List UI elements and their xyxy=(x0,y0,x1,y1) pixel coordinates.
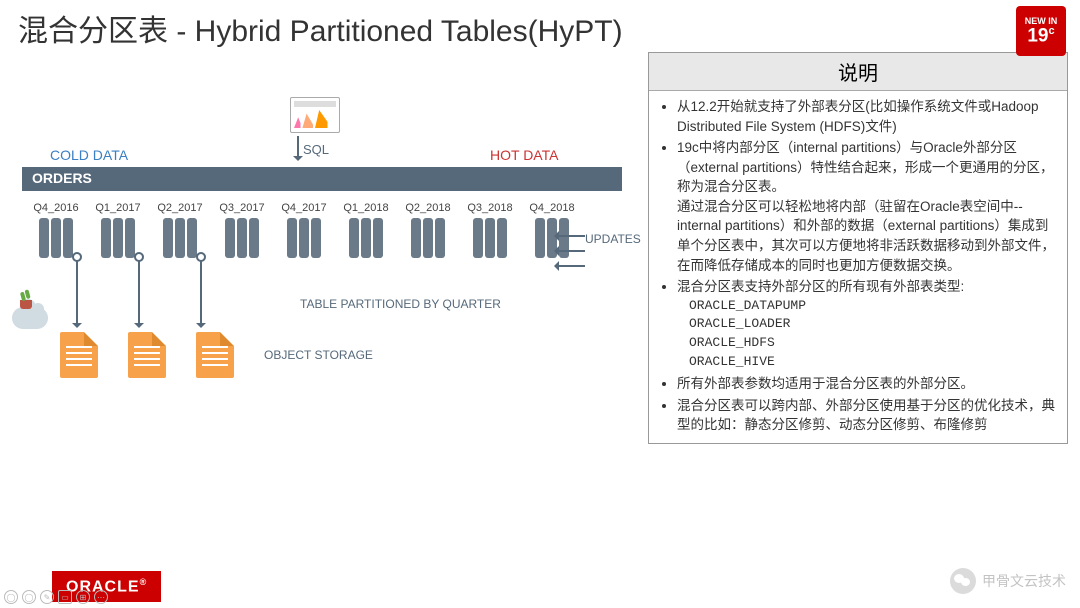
new-in-badge: NEW IN 19c xyxy=(1016,6,1066,56)
object-storage-row: OBJECT STORAGE xyxy=(60,332,373,378)
cloud-icon xyxy=(12,307,48,329)
sql-window-icon xyxy=(290,97,340,133)
arrow-down-icon xyxy=(76,257,78,327)
document-icon xyxy=(128,332,166,378)
bullet-text: 19c中将内部分区（internal partitions）与Oracle外部分… xyxy=(677,140,1054,194)
diagram-area: SQL COLD DATA HOT DATA ORDERS Q4_2016 Q1… xyxy=(10,52,640,444)
arrow-left-icon xyxy=(555,265,585,267)
partition: Q2_2017 xyxy=(156,202,204,258)
partition-label: Q3_2017 xyxy=(218,202,266,214)
badge-version: 19 xyxy=(1027,25,1048,46)
badge-suffix: c xyxy=(1049,25,1055,37)
cylinder-icon xyxy=(35,218,77,258)
partition: Q4_2016 xyxy=(32,202,80,258)
partition-label: Q4_2017 xyxy=(280,202,328,214)
pen-icon[interactable]: ✎ xyxy=(40,590,54,604)
bullet-item: 19c中将内部分区（internal partitions）与Oracle外部分… xyxy=(677,138,1057,275)
cold-data-label: COLD DATA xyxy=(50,147,128,163)
partition-label: Q4_2018 xyxy=(528,202,576,214)
bullet-text: 混合分区表支持外部分区的所有现有外部表类型: xyxy=(677,279,964,294)
page-title: 混合分区表 - Hybrid Partitioned Tables(HyPT) xyxy=(0,0,1080,52)
more-icon[interactable]: ⋯ xyxy=(94,590,108,604)
partition-label: Q4_2016 xyxy=(32,202,80,214)
partition-row: Q4_2016 Q1_2017 Q2_2017 Q3_2017 Q4_2017 … xyxy=(32,202,576,258)
wechat-watermark: 甲骨文云技术 xyxy=(950,568,1066,594)
orders-table-bar: ORDERS xyxy=(22,167,622,191)
partition: Q1_2017 xyxy=(94,202,142,258)
cylinder-icon xyxy=(159,218,201,258)
type-item: ORACLE_DATAPUMP xyxy=(677,297,1057,316)
toolbar-icons: ◯ ◯ ✎ ▭ ⊞ ⋯ xyxy=(4,590,108,604)
wechat-icon xyxy=(950,568,976,594)
note-icon[interactable]: ▭ xyxy=(58,590,72,604)
cylinder-icon xyxy=(469,218,511,258)
arrow-down-icon xyxy=(200,257,202,327)
partition-label: Q1_2017 xyxy=(94,202,142,214)
circle-icon[interactable]: ◯ xyxy=(22,590,36,604)
plant-icon xyxy=(20,300,32,309)
updates-label: UPDATES xyxy=(585,232,641,246)
bullet-text: 通过混合分区可以轻松地将内部（驻留在Oracle表空间中--internal p… xyxy=(677,199,1055,273)
partition-label: Q2_2017 xyxy=(156,202,204,214)
explanation-panel: 说明 从12.2开始就支持了外部表分区(比如操作系统文件或Hadoop Dist… xyxy=(648,52,1068,444)
partition-label: Q2_2018 xyxy=(404,202,452,214)
explanation-header: 说明 xyxy=(649,53,1067,91)
partition-label: Q1_2018 xyxy=(342,202,390,214)
partition: Q2_2018 xyxy=(404,202,452,258)
circle-icon[interactable]: ◯ xyxy=(4,590,18,604)
arrow-down-icon xyxy=(138,257,140,327)
type-item: ORACLE_HDFS xyxy=(677,334,1057,353)
cylinder-icon xyxy=(407,218,449,258)
partition: Q1_2018 xyxy=(342,202,390,258)
object-storage-label: OBJECT STORAGE xyxy=(264,348,373,362)
grid-icon[interactable]: ⊞ xyxy=(76,590,90,604)
bullet-item: 混合分区表支持外部分区的所有现有外部表类型: ORACLE_DATAPUMP O… xyxy=(677,277,1057,372)
cylinder-icon xyxy=(345,218,387,258)
cylinder-icon xyxy=(97,218,139,258)
type-item: ORACLE_LOADER xyxy=(677,315,1057,334)
arrow-left-icon xyxy=(555,250,585,252)
document-icon xyxy=(60,332,98,378)
hot-data-label: HOT DATA xyxy=(490,147,558,163)
arrow-left-icon xyxy=(555,235,585,237)
partition: Q3_2018 xyxy=(466,202,514,258)
sql-label: SQL xyxy=(303,142,329,157)
partition: Q3_2017 xyxy=(218,202,266,258)
bullet-item: 从12.2开始就支持了外部表分区(比如操作系统文件或Hadoop Distrib… xyxy=(677,97,1057,136)
cylinder-icon xyxy=(221,218,263,258)
bullet-item: 所有外部表参数均适用于混合分区表的外部分区。 xyxy=(677,374,1057,394)
type-item: ORACLE_HIVE xyxy=(677,353,1057,372)
wechat-label: 甲骨文云技术 xyxy=(982,571,1066,591)
document-icon xyxy=(196,332,234,378)
table-partitioned-label: TABLE PARTITIONED BY QUARTER xyxy=(300,297,501,311)
bullet-item: 混合分区表可以跨内部、外部分区使用基于分区的优化技术，典型的比如：静态分区修剪、… xyxy=(677,396,1057,435)
partition: Q4_2017 xyxy=(280,202,328,258)
arrow-down-icon xyxy=(297,136,299,160)
cylinder-icon xyxy=(283,218,325,258)
partition-label: Q3_2018 xyxy=(466,202,514,214)
